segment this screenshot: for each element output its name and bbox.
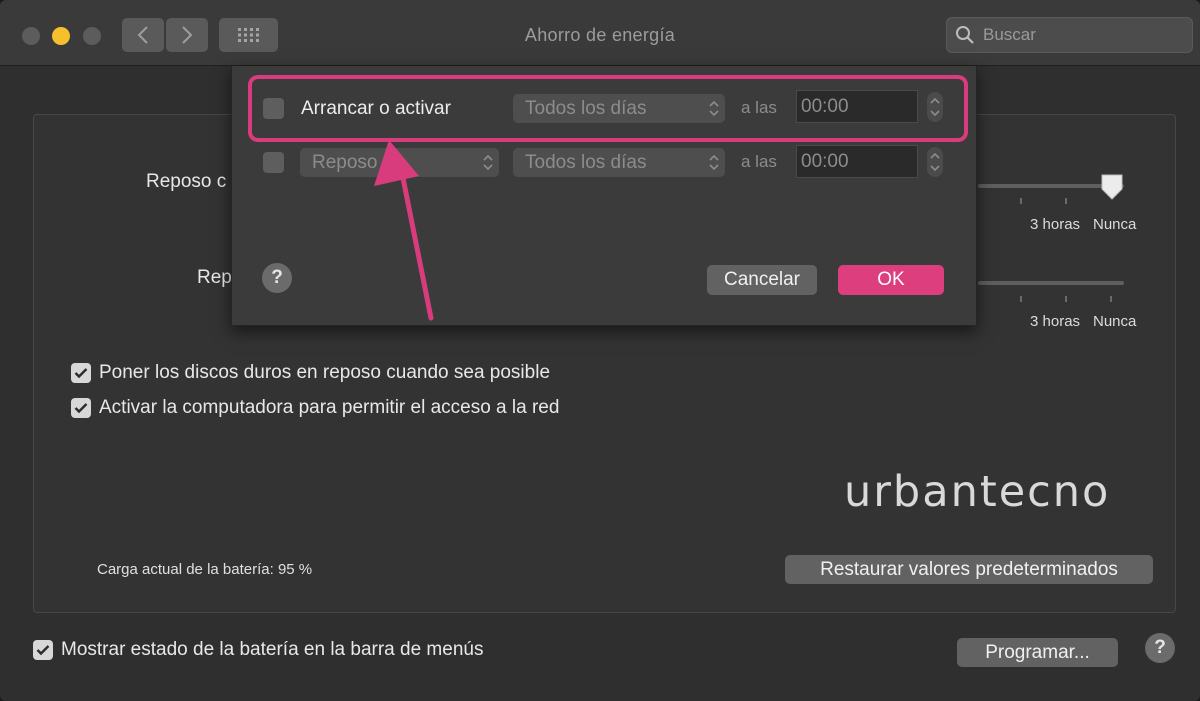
tick-label-3-horas: 3 horas <box>1030 313 1081 330</box>
display-sleep-slider-track[interactable] <box>978 281 1124 285</box>
hard-disks-sleep-checkbox[interactable] <box>71 363 91 383</box>
computer-sleep-slider-knob[interactable] <box>1100 173 1124 201</box>
schedule-button[interactable]: Programar... <box>957 638 1118 667</box>
tick-label-nunca: Nunca <box>1093 313 1137 330</box>
slider-tick <box>1065 198 1067 204</box>
highlight-box <box>248 75 968 142</box>
search-field[interactable]: Buscar <box>946 17 1193 53</box>
ok-button[interactable]: OK <box>838 265 944 295</box>
slider-tick <box>1020 296 1022 302</box>
wake-network-label: Activar la computadora para permitir el … <box>99 397 560 418</box>
sleep-schedule-checkbox[interactable] <box>263 152 284 173</box>
show-battery-status-label: Mostrar estado de la batería en la barra… <box>61 639 484 660</box>
tick-label-3-horas: 3 horas <box>1030 216 1081 233</box>
restore-defaults-button[interactable]: Restaurar valores predeterminados <box>785 555 1153 584</box>
search-icon <box>956 26 974 44</box>
up-down-arrows-icon <box>483 154 493 171</box>
search-placeholder: Buscar <box>983 25 1036 44</box>
sleep-action-value: Reposo <box>312 151 378 173</box>
display-sleep-label: Rep <box>197 267 232 288</box>
brand-watermark: urbantecno <box>844 467 1111 517</box>
tick-label-nunca: Nunca <box>1093 216 1137 233</box>
checkmark-icon <box>74 368 88 379</box>
energy-saver-window: Ahorro de energía Buscar Reposo c 3 hora… <box>0 0 1200 701</box>
stepper-arrows-icon <box>930 152 940 172</box>
slider-tick <box>1065 296 1067 302</box>
sleep-at-label: a las <box>741 152 777 171</box>
wake-network-checkbox[interactable] <box>71 398 91 418</box>
title-bar: Ahorro de energía Buscar <box>0 0 1200 66</box>
wake-network-option[interactable]: Activar la computadora para permitir el … <box>71 397 559 419</box>
show-battery-status-option[interactable]: Mostrar estado de la batería en la barra… <box>33 639 483 661</box>
sleep-days-popup[interactable]: Todos los días <box>513 148 725 177</box>
sleep-days-value: Todos los días <box>525 151 647 173</box>
hard-disks-sleep-label: Poner los discos duros en reposo cuando … <box>99 362 551 383</box>
show-battery-status-checkbox[interactable] <box>33 640 53 660</box>
sheet-help-button[interactable]: ? <box>262 263 292 293</box>
battery-status: Carga actual de la batería: 95 % <box>97 561 313 578</box>
cancel-button[interactable]: Cancelar <box>707 265 817 295</box>
sleep-time-stepper[interactable] <box>927 147 943 177</box>
checkmark-icon <box>74 403 88 414</box>
hard-disks-sleep-option[interactable]: Poner los discos duros en reposo cuando … <box>71 362 550 384</box>
slider-tick <box>1020 198 1022 204</box>
slider-tick <box>1110 296 1112 302</box>
sleep-action-popup[interactable]: Reposo <box>300 148 499 177</box>
up-down-arrows-icon <box>709 154 719 171</box>
help-button[interactable]: ? <box>1145 633 1175 663</box>
sleep-time-field[interactable]: 00:00 <box>796 145 918 178</box>
checkmark-icon <box>36 645 50 656</box>
computer-sleep-label: Reposo c <box>146 171 227 192</box>
